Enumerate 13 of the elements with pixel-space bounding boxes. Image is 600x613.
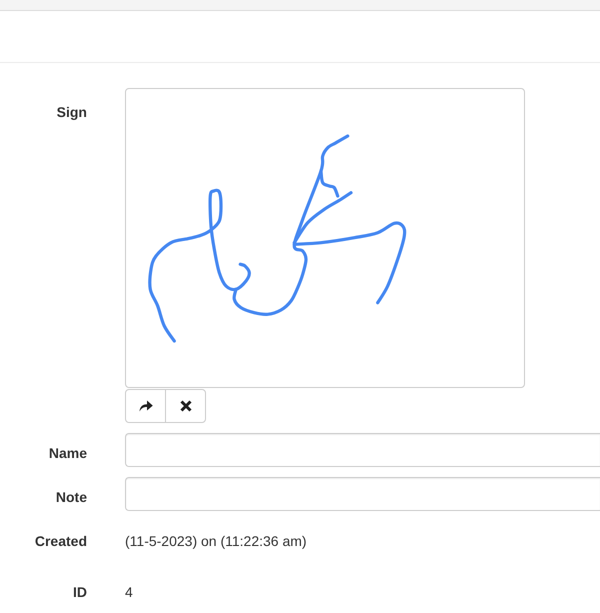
field-label: ID — [73, 583, 87, 602]
field-value: 4 — [125, 583, 133, 602]
clear-button[interactable] — [165, 389, 206, 423]
redo-button[interactable] — [125, 389, 166, 423]
field-label: Sign — [56, 103, 87, 122]
text-input-field[interactable] — [125, 433, 600, 467]
field-value: (11-5-2023) on (11:22:36 am) — [125, 532, 307, 551]
field-label: Note — [56, 488, 87, 507]
field-label: Name — [48, 444, 87, 463]
close-icon — [180, 400, 192, 412]
text-input-field[interactable] — [125, 477, 600, 511]
field-label: Created — [34, 532, 87, 551]
curved-arrow-icon — [138, 400, 152, 412]
